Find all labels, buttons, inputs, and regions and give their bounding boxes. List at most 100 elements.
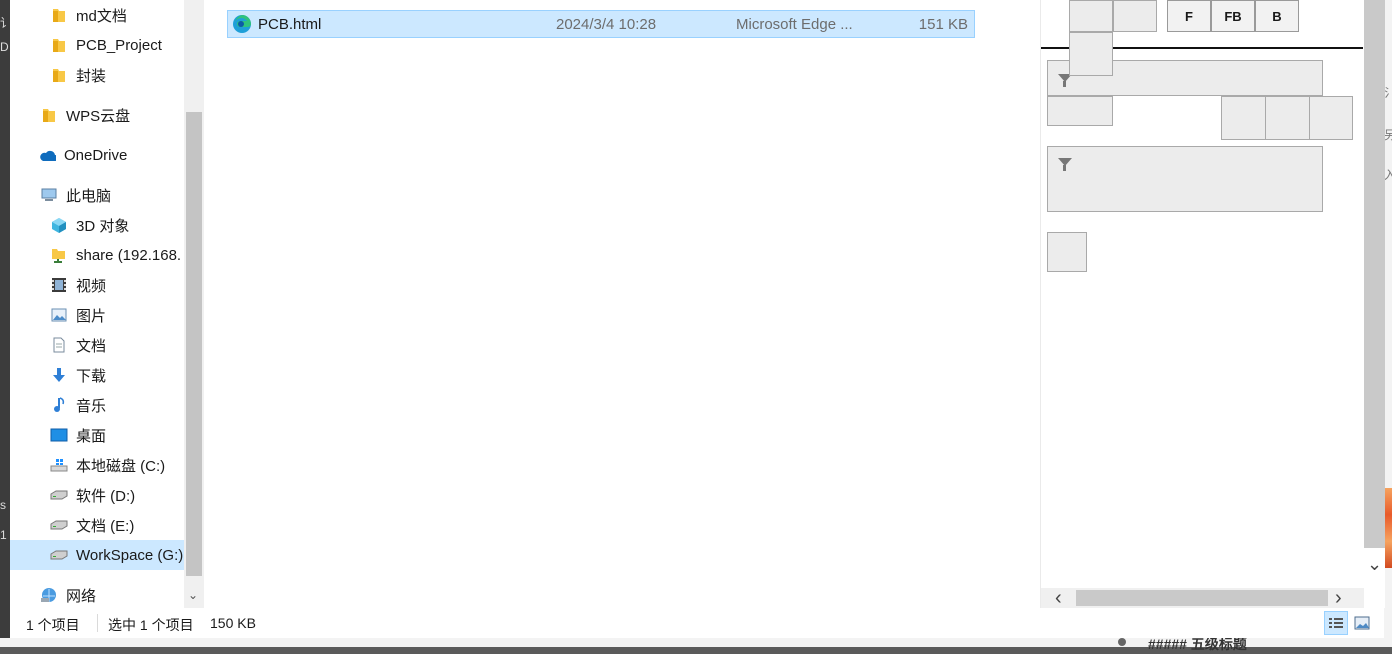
chevron-right-icon[interactable]: › bbox=[1335, 588, 1342, 608]
preview-button-f[interactable]: F bbox=[1167, 0, 1211, 32]
file-explorer-window: md文档 PCB_Project 封装 WPS云盘 OneDrive 此电脑 3… bbox=[10, 0, 1385, 638]
network-icon bbox=[40, 586, 58, 604]
nav-item-drive-e[interactable]: 文档 (E:) bbox=[10, 510, 204, 540]
nav-item-videos[interactable]: 视频 bbox=[10, 270, 204, 300]
nav-item-package[interactable]: 封装 bbox=[10, 60, 204, 90]
preview-hscroll-thumb[interactable] bbox=[1076, 590, 1328, 606]
nav-item-label: 3D 对象 bbox=[76, 217, 130, 235]
desktop-icon bbox=[50, 426, 68, 444]
download-icon bbox=[50, 366, 68, 384]
preview-button-fb[interactable]: FB bbox=[1211, 0, 1255, 32]
nav-item-drive-g[interactable]: WorkSpace (G:) bbox=[10, 540, 204, 570]
nav-item-drive-d[interactable]: 软件 (D:) bbox=[10, 480, 204, 510]
nav-item-label: 文档 (E:) bbox=[76, 517, 135, 535]
preview-cell-box bbox=[1221, 96, 1266, 140]
nav-item-documents[interactable]: 文档 bbox=[10, 330, 204, 360]
nav-scrollbar-thumb[interactable] bbox=[186, 112, 202, 576]
nav-item-network[interactable]: 网络 bbox=[10, 580, 204, 608]
folder-icon bbox=[50, 66, 68, 84]
preview-horizontal-scrollbar[interactable]: ‹ › bbox=[1041, 588, 1364, 608]
background-char: 氵 bbox=[1384, 86, 1392, 100]
status-item-count: 1 个项目 bbox=[26, 617, 80, 633]
details-view-button[interactable] bbox=[1324, 611, 1348, 635]
nav-item-label: 网络 bbox=[66, 587, 97, 605]
computer-icon bbox=[40, 186, 58, 204]
nav-item-onedrive[interactable]: OneDrive bbox=[10, 140, 204, 170]
nav-item-label: 文档 bbox=[76, 337, 107, 355]
network-folder-icon bbox=[50, 246, 68, 264]
nav-item-label: 此电脑 bbox=[66, 187, 112, 205]
preview-vertical-scrollbar[interactable] bbox=[1364, 0, 1385, 548]
nav-item-wps-cloud[interactable]: WPS云盘 bbox=[10, 100, 204, 130]
edge-icon bbox=[232, 14, 252, 34]
nav-item-label: WPS云盘 bbox=[66, 107, 131, 125]
nav-item-label: share (192.168. bbox=[76, 246, 182, 264]
file-list-pane: PCB.html 2024/3/4 10:28 Microsoft Edge .… bbox=[204, 0, 1040, 608]
preview-small-box bbox=[1047, 232, 1087, 272]
picture-icon bbox=[50, 306, 68, 324]
windows-drive-icon bbox=[50, 456, 68, 474]
file-type: Microsoft Edge ... bbox=[736, 15, 853, 33]
details-view-icon bbox=[1329, 618, 1343, 628]
preview-blank bbox=[1165, 96, 1209, 126]
nav-item-label: 音乐 bbox=[76, 397, 107, 415]
nav-item-music[interactable]: 音乐 bbox=[10, 390, 204, 420]
nav-item-label: 下载 bbox=[76, 367, 107, 385]
preview-toolbar-box bbox=[1113, 0, 1157, 32]
background-char: 1 bbox=[0, 528, 7, 542]
preview-blank bbox=[1113, 96, 1157, 126]
background-char: 入 bbox=[1384, 168, 1392, 182]
nav-item-downloads[interactable]: 下载 bbox=[10, 360, 204, 390]
preview-panel-box bbox=[1047, 96, 1113, 126]
nav-item-label: md文档 bbox=[76, 7, 127, 25]
folder-icon bbox=[50, 36, 68, 54]
preview-cell-box bbox=[1309, 96, 1353, 140]
background-bullet bbox=[1118, 638, 1126, 646]
navigation-pane: md文档 PCB_Project 封装 WPS云盘 OneDrive 此电脑 3… bbox=[10, 0, 204, 608]
background-char: s bbox=[0, 498, 6, 512]
nav-item-desktop[interactable]: 桌面 bbox=[10, 420, 204, 450]
nav-item-label: 图片 bbox=[76, 307, 107, 325]
nav-item-share[interactable]: share (192.168. bbox=[10, 240, 204, 270]
preview-button-b[interactable]: B bbox=[1255, 0, 1299, 32]
status-bar: 1 个项目 选中 1 个项目 150 KB bbox=[10, 608, 1384, 638]
file-row[interactable]: PCB.html 2024/3/4 10:28 Microsoft Edge .… bbox=[227, 10, 975, 38]
nav-item-3d-objects[interactable]: 3D 对象 bbox=[10, 210, 204, 240]
chevron-left-icon[interactable]: ‹ bbox=[1055, 588, 1062, 608]
nav-item-label: 视频 bbox=[76, 277, 107, 295]
nav-item-md-docs[interactable]: md文档 bbox=[10, 0, 204, 30]
nav-item-label: 软件 (D:) bbox=[76, 487, 136, 505]
nav-item-label: OneDrive bbox=[64, 146, 128, 164]
chevron-down-icon[interactable]: ⌄ bbox=[188, 588, 198, 602]
nav-item-label: 封装 bbox=[76, 67, 107, 85]
nav-item-label: 桌面 bbox=[76, 427, 107, 445]
preview-filter-box bbox=[1047, 146, 1323, 212]
music-icon bbox=[50, 396, 68, 414]
nav-item-pictures[interactable]: 图片 bbox=[10, 300, 204, 330]
status-separator bbox=[97, 614, 98, 632]
cloud-icon bbox=[38, 146, 56, 164]
chevron-down-icon[interactable]: ⌄ bbox=[1364, 554, 1385, 575]
preview-toolbar-box bbox=[1069, 0, 1113, 32]
nav-item-label: WorkSpace (G:) bbox=[76, 546, 184, 564]
preview-pane: F FB B on ⌄ ‹ › bbox=[1040, 0, 1385, 608]
folder-icon bbox=[50, 6, 68, 24]
nav-item-pcb-project[interactable]: PCB_Project bbox=[10, 30, 204, 60]
large-icons-view-icon bbox=[1354, 616, 1370, 630]
nav-item-label: 本地磁盘 (C:) bbox=[76, 457, 166, 475]
cube-icon bbox=[50, 216, 68, 234]
preview-float-box bbox=[1069, 32, 1113, 76]
folder-icon bbox=[40, 106, 58, 124]
nav-item-this-pc[interactable]: 此电脑 bbox=[10, 180, 204, 210]
background-char: D bbox=[0, 40, 9, 54]
video-icon bbox=[50, 276, 68, 294]
nav-scrollbar[interactable]: ⌄ bbox=[184, 0, 204, 608]
drive-icon bbox=[50, 546, 68, 564]
background-left-edge: 讠 D s 1 bbox=[0, 0, 12, 647]
nav-item-drive-c[interactable]: 本地磁盘 (C:) bbox=[10, 450, 204, 480]
status-selected-info: 选中 1 个项目 bbox=[108, 617, 194, 633]
preview-cell-box bbox=[1265, 96, 1310, 140]
large-icons-view-button[interactable] bbox=[1350, 611, 1374, 635]
status-selected-size: 150 KB bbox=[210, 615, 256, 631]
document-icon bbox=[50, 336, 68, 354]
